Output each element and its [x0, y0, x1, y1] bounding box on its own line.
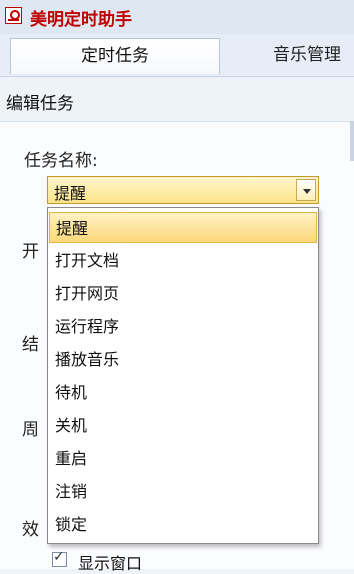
- chevron-down-icon[interactable]: [296, 179, 316, 201]
- panel-scroll-edge: [350, 121, 354, 161]
- show-window-label: 显示窗口: [78, 554, 143, 573]
- task-name-label: 任务名称:: [24, 151, 98, 171]
- dropdown-option-standby[interactable]: 待机: [49, 377, 317, 408]
- task-name-combobox[interactable]: 提醒: [47, 176, 319, 204]
- task-name-value: 提醒: [54, 184, 87, 203]
- period-label: 周: [22, 420, 39, 440]
- tab-scheduled-tasks[interactable]: 定时任务: [10, 38, 220, 74]
- checkmark-icon: ✓: [53, 549, 65, 565]
- dropdown-option-open-document[interactable]: 打开文档: [49, 245, 317, 276]
- end-time-label: 结: [22, 335, 39, 355]
- show-window-checkbox[interactable]: ✓: [52, 549, 67, 567]
- title-bar: 美明定时助手: [0, 0, 354, 34]
- dropdown-option-lock[interactable]: 锁定: [49, 509, 317, 540]
- app-logo-icon: [5, 7, 22, 24]
- dropdown-option-remind[interactable]: 提醒: [49, 212, 317, 243]
- dropdown-option-play-music[interactable]: 播放音乐: [49, 344, 317, 375]
- dropdown-option-restart[interactable]: 重启: [49, 443, 317, 474]
- task-type-dropdown-list[interactable]: 提醒 打开文档 打开网页 运行程序 播放音乐 待机 关机 重启 注销 锁定: [47, 207, 319, 544]
- dropdown-option-logoff[interactable]: 注销: [49, 476, 317, 507]
- tab-strip: 定时任务 音乐管理: [0, 34, 354, 76]
- dropdown-option-open-webpage[interactable]: 打开网页: [49, 278, 317, 309]
- window-title: 美明定时助手: [30, 10, 132, 30]
- tab-music-management[interactable]: 音乐管理: [252, 38, 354, 74]
- dropdown-option-shutdown[interactable]: 关机: [49, 410, 317, 441]
- effect-label: 效: [22, 520, 39, 540]
- start-time-label: 开: [22, 242, 39, 262]
- dropdown-option-run-program[interactable]: 运行程序: [49, 311, 317, 342]
- panel-header: 编辑任务: [0, 77, 354, 122]
- panel-title: 编辑任务: [6, 94, 74, 114]
